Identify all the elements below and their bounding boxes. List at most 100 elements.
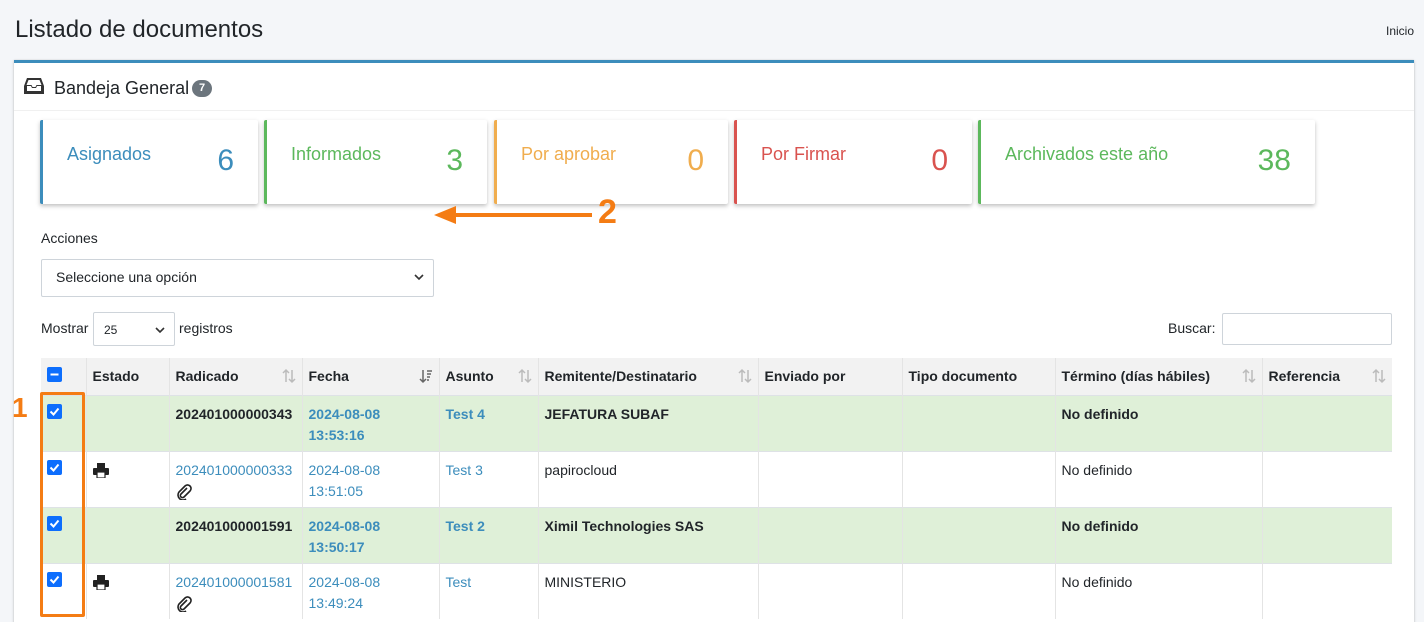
col-label: Estado — [92, 368, 140, 385]
asunto-cell[interactable]: Test 2 — [438, 506, 538, 563]
table-row[interactable]: 202401000001591 2024-08-08 13:50:17 Test … — [41, 506, 1392, 563]
row-checkbox[interactable] — [47, 571, 62, 587]
col-remitente[interactable]: Remitente/Destinatario — [537, 358, 758, 395]
row-checkbox[interactable] — [47, 459, 62, 475]
asunto-cell[interactable]: Test — [438, 562, 538, 619]
table-row[interactable]: 202401000000333 2024-08-08 13:51:05 Test … — [41, 450, 1392, 507]
sort-icon — [1241, 368, 1256, 384]
enviado-cell — [757, 506, 902, 563]
col-tipo-documento[interactable]: Tipo documento — [901, 358, 1055, 395]
actions-label: Acciones — [41, 230, 98, 246]
col-enviado-por[interactable]: Enviado por — [757, 358, 902, 395]
annotation-arrow-left-icon — [434, 206, 592, 224]
fecha-cell[interactable]: 2024-08-08 13:51:05 — [301, 450, 439, 507]
breadcrumb-home[interactable]: Inicio — [1386, 24, 1414, 38]
remitente-value: Ximil Technologies SAS — [544, 517, 704, 534]
row-select-cell[interactable] — [41, 562, 86, 619]
inbox-card: Bandeja General 7 Asignados 6 Informados … — [14, 60, 1414, 622]
row-checkbox[interactable] — [47, 515, 62, 531]
referencia-cell — [1261, 450, 1392, 507]
asunto-link[interactable]: Test — [446, 574, 472, 590]
enviado-cell — [757, 394, 902, 451]
chevron-down-icon — [414, 274, 424, 281]
page-title: Listado de documentos — [15, 16, 264, 43]
stat-informados[interactable]: Informados 3 — [264, 120, 487, 204]
paperclip-icon[interactable] — [176, 483, 192, 500]
radicado-link[interactable]: 202401000001581 — [176, 574, 293, 590]
fecha-cell[interactable]: 2024-08-08 13:50:17 — [301, 506, 439, 563]
actions-select[interactable]: Seleccione una opción — [41, 259, 434, 297]
row-select-cell[interactable] — [41, 394, 86, 451]
stat-archivados[interactable]: Archivados este año 38 — [978, 120, 1315, 204]
annotation-label-2: 2 — [598, 193, 617, 231]
estado-cell — [85, 562, 169, 619]
termino-value: No definido — [1061, 461, 1133, 478]
table-row[interactable]: 202401000000343 2024-08-08 13:53:16 Test … — [41, 394, 1392, 451]
stat-por-firmar[interactable]: Por Firmar 0 — [734, 120, 972, 204]
fecha-cell[interactable]: 2024-08-08 13:53:16 — [301, 394, 439, 451]
radicado-cell[interactable]: 202401000000333 — [168, 450, 302, 507]
col-radicado[interactable]: Radicado — [168, 358, 302, 395]
stat-por-aprobar[interactable]: Por aprobar 0 — [494, 120, 728, 204]
termino-value: No definido — [1061, 573, 1133, 590]
col-label: Fecha — [308, 368, 349, 385]
asunto-link[interactable]: Test 2 — [446, 518, 485, 534]
tipo-cell — [901, 450, 1055, 507]
fecha-value: 2024-08-08 — [308, 573, 381, 590]
col-termino[interactable]: Término (días hábiles) — [1054, 358, 1262, 395]
select-all-checkbox[interactable] — [47, 367, 62, 383]
check-icon — [49, 575, 60, 584]
asunto-link[interactable]: Test 3 — [446, 462, 483, 478]
check-icon — [49, 407, 60, 416]
col-label: Asunto — [445, 368, 494, 385]
row-checkbox[interactable] — [47, 403, 62, 419]
fecha-cell[interactable]: 2024-08-08 13:49:24 — [301, 562, 439, 619]
chevron-down-icon — [155, 327, 165, 334]
col-label: Referencia — [1268, 368, 1341, 385]
stat-value: 0 — [931, 144, 948, 177]
estado-cell — [85, 394, 169, 451]
col-label: Radicado — [175, 368, 239, 385]
tipo-cell — [901, 394, 1055, 451]
asunto-link[interactable]: Test 4 — [446, 406, 485, 422]
hora-value: 13:53:16 — [308, 426, 365, 443]
asunto-cell[interactable]: Test 3 — [438, 450, 538, 507]
estado-cell — [85, 506, 169, 563]
fecha-value: 2024-08-08 — [308, 461, 381, 478]
actions-select-value: Seleccione una opción — [56, 269, 197, 285]
remitente-value: JEFATURA SUBAF — [544, 405, 669, 422]
termino-cell: No definido — [1054, 506, 1262, 563]
col-fecha[interactable]: Fecha — [301, 358, 439, 395]
printer-icon[interactable] — [92, 575, 109, 591]
printer-icon[interactable] — [92, 463, 109, 479]
annotation-label-1: 1 — [12, 392, 28, 423]
hora-value: 13:51:05 — [308, 482, 364, 499]
col-referencia[interactable]: Referencia — [1261, 358, 1392, 395]
search-input[interactable] — [1222, 313, 1392, 345]
paperclip-icon[interactable] — [176, 595, 192, 612]
stat-asignados[interactable]: Asignados 6 — [40, 120, 258, 204]
col-estado[interactable]: Estado — [85, 358, 169, 395]
col-label: Enviado por — [764, 368, 846, 385]
radicado-cell[interactable]: 202401000001591 — [168, 506, 302, 563]
table-header-row: Estado Radicado Fecha Asunto Remitente/D… — [41, 358, 1392, 395]
stat-value: 6 — [217, 144, 234, 177]
documents-table: Estado Radicado Fecha Asunto Remitente/D… — [41, 358, 1392, 619]
row-select-cell[interactable] — [41, 506, 86, 563]
termino-cell: No definido — [1054, 562, 1262, 619]
radicado-cell[interactable]: 202401000001581 — [168, 562, 302, 619]
radicado-link[interactable]: 202401000000333 — [176, 462, 293, 478]
radicado-value: 202401000000343 — [175, 405, 293, 422]
stat-value: 38 — [1257, 144, 1291, 177]
asunto-cell[interactable]: Test 4 — [438, 394, 538, 451]
radicado-cell[interactable]: 202401000000343 — [168, 394, 302, 451]
row-select-cell[interactable] — [41, 450, 86, 507]
page-length-select[interactable]: 25 — [93, 312, 175, 346]
enviado-cell — [757, 450, 902, 507]
termino-value: No definido — [1061, 517, 1139, 534]
table-row[interactable]: 202401000001581 2024-08-08 13:49:24 Test … — [41, 562, 1392, 619]
col-asunto[interactable]: Asunto — [438, 358, 538, 395]
select-all-header[interactable] — [41, 358, 86, 395]
stat-value: 0 — [687, 144, 704, 177]
page-length-value: 25 — [104, 323, 118, 337]
